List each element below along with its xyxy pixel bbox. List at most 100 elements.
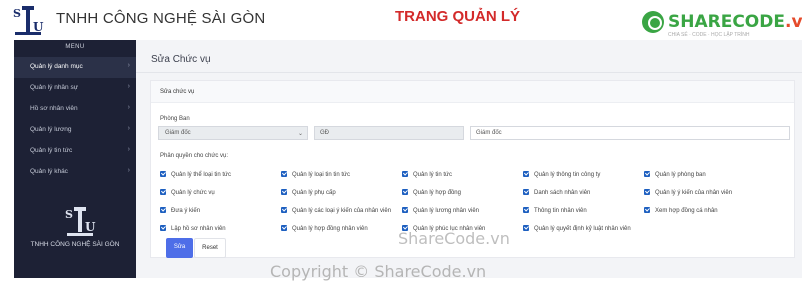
top-header: S U TNHH CÔNG NGHỆ SÀI GÒN TRANG QUẢN LÝ…	[0, 0, 802, 40]
checkbox-checked-icon[interactable]	[402, 189, 408, 195]
checkbox-checked-icon[interactable]	[523, 207, 529, 213]
checkbox-checked-icon[interactable]	[281, 171, 287, 177]
permissions-label: Phân quyền cho chức vụ:	[160, 153, 229, 159]
checkbox-checked-icon[interactable]	[160, 207, 166, 213]
sidebar-item-label: Quản lý lương	[30, 126, 72, 133]
department-label: Phòng Ban	[160, 116, 190, 122]
checkbox-checked-icon[interactable]	[523, 189, 529, 195]
permission-checkbox[interactable]: Quản lý thể loại tin tức	[160, 171, 231, 178]
permission-label: Quản lý thông tin công ty	[534, 172, 601, 178]
sidebar-item-label: Quản lý nhân sự	[30, 84, 79, 91]
checkbox-checked-icon[interactable]	[281, 225, 287, 231]
watermark-middle: ShareCode.vn	[398, 229, 510, 248]
permission-checkbox[interactable]: Quản lý hợp đồng	[402, 189, 461, 196]
permission-label: Quản lý hợp đồng nhân viên	[292, 226, 368, 232]
title-divider	[136, 72, 802, 73]
sharecode-domain: .vn	[784, 12, 802, 32]
svg-text:U: U	[33, 20, 44, 34]
permission-checkbox[interactable]: Quản lý quyết định kỷ luật nhân viên	[523, 225, 631, 232]
sidebar-item-employee-profile[interactable]: Hồ sơ nhân viên ›	[14, 99, 136, 120]
permission-label: Quản lý ý kiến của nhân viên	[655, 190, 733, 196]
checkbox-checked-icon[interactable]	[644, 207, 650, 213]
permission-label: Quản lý hợp đồng	[413, 190, 461, 196]
sidebar-item-label: Quản lý khác	[30, 168, 68, 175]
checkbox-checked-icon[interactable]	[281, 207, 287, 213]
permission-label: Lập hồ sơ nhân viên	[171, 226, 226, 232]
svg-text:S: S	[13, 7, 21, 20]
permission-label: Quản lý lương nhân viên	[413, 208, 479, 214]
checkbox-checked-icon[interactable]	[160, 189, 166, 195]
sharecode-text: SHARECODE	[668, 12, 785, 32]
permission-checkbox[interactable]: Quản lý các loại ý kiến của nhân viên	[281, 207, 391, 214]
permission-label: Đưa ý kiến	[171, 208, 201, 214]
sidebar-item-label: Quản lý danh mục	[30, 63, 83, 70]
company-name: TNHH CÔNG NGHỆ SÀI GÒN	[56, 10, 266, 27]
sharecode-logo: SHARECODE.vn	[642, 10, 802, 34]
checkbox-checked-icon[interactable]	[402, 207, 408, 213]
position-code-field[interactable]: GĐ	[314, 126, 464, 140]
sidebar-item-label: Hồ sơ nhân viên	[30, 105, 78, 112]
chevron-right-icon: ›	[127, 125, 130, 132]
permission-checkbox[interactable]: Thông tin nhân viên	[523, 207, 587, 214]
chevron-down-icon: ⌄	[297, 131, 303, 137]
permission-label: Quản lý phòng ban	[655, 172, 706, 178]
page-title: Sửa Chức vụ	[151, 54, 211, 65]
permission-checkbox[interactable]: Danh sách nhân viên	[523, 189, 590, 196]
permission-label: Quản lý loại tin tin tức	[292, 172, 351, 178]
permission-checkbox[interactable]: Đưa ý kiến	[160, 207, 200, 214]
checkbox-checked-icon[interactable]	[402, 171, 408, 177]
department-select[interactable]: Giám đốc ⌄	[158, 126, 308, 140]
svg-text:S: S	[65, 208, 73, 221]
card-header	[151, 81, 794, 103]
permission-label: Quản lý thể loại tin tức	[171, 172, 232, 178]
save-button[interactable]: Sửa	[166, 238, 193, 258]
checkbox-checked-icon[interactable]	[523, 171, 529, 177]
sidebar-item-label: Quản lý tin tức	[30, 147, 73, 154]
sidebar-item-category[interactable]: Quản lý danh mục ›	[14, 57, 136, 78]
sidebar: MENU Quản lý danh mục › Quản lý nhân sự …	[14, 40, 136, 278]
sidebar-item-personnel[interactable]: Quản lý nhân sự ›	[14, 78, 136, 99]
permission-checkbox[interactable]: Quản lý phụ cấp	[281, 189, 336, 196]
checkbox-checked-icon[interactable]	[523, 225, 529, 231]
page-heading: TRANG QUẢN LÝ	[395, 8, 520, 25]
sidebar-company-name: TNHH CÔNG NGHỆ SÀI GÒN	[30, 241, 120, 248]
reset-button[interactable]: Reset	[194, 238, 226, 258]
checkbox-checked-icon[interactable]	[160, 225, 166, 231]
sidebar-item-news[interactable]: Quản lý tin tức ›	[14, 141, 136, 162]
sidebar-item-salary[interactable]: Quản lý lương ›	[14, 120, 136, 141]
checkbox-checked-icon[interactable]	[281, 189, 287, 195]
permission-checkbox[interactable]: Quản lý loại tin tin tức	[281, 171, 350, 178]
position-name-field[interactable]: Giám đốc	[470, 126, 790, 140]
permission-checkbox[interactable]: Quản lý phòng ban	[644, 171, 706, 178]
sharecode-tagline: CHIA SẺ · CODE · HỌC LẬP TRÌNH	[668, 32, 750, 38]
stu-logo: S U	[12, 4, 44, 36]
checkbox-checked-icon[interactable]	[160, 171, 166, 177]
card-header-label: Sửa chức vụ	[160, 89, 195, 95]
chevron-right-icon: ›	[127, 83, 130, 90]
permission-checkbox[interactable]: Quản lý tin tức	[402, 171, 452, 178]
permission-label: Quản lý phụ cấp	[292, 190, 336, 196]
checkbox-checked-icon[interactable]	[644, 189, 650, 195]
permission-label: Thông tin nhân viên	[534, 208, 587, 214]
sidebar-item-other[interactable]: Quản lý khác ›	[14, 162, 136, 183]
permission-checkbox[interactable]: Quản lý hợp đồng nhân viên	[281, 225, 368, 232]
permission-checkbox[interactable]: Lập hồ sơ nhân viên	[160, 225, 226, 232]
department-select-value: Giám đốc	[165, 130, 191, 136]
permission-checkbox[interactable]: Quản lý chức vụ	[160, 189, 215, 196]
permission-label: Quản lý các loại ý kiến của nhân viên	[292, 208, 392, 214]
watermark-footer: Copyright © ShareCode.vn	[270, 262, 487, 281]
checkbox-checked-icon[interactable]	[644, 171, 650, 177]
permission-checkbox[interactable]: Quản lý thông tin công ty	[523, 171, 600, 178]
permission-label: Quản lý tin tức	[413, 172, 453, 178]
permission-label: Quản lý quyết định kỷ luật nhân viên	[534, 226, 631, 232]
permission-label: Quản lý chức vụ	[171, 190, 215, 196]
chevron-right-icon: ›	[127, 104, 130, 111]
chevron-right-icon: ›	[127, 146, 130, 153]
chevron-right-icon: ›	[127, 62, 130, 69]
permission-checkbox[interactable]: Xem hợp đồng cá nhân	[644, 207, 718, 214]
page: S U TNHH CÔNG NGHỆ SÀI GÒN TRANG QUẢN LÝ…	[0, 0, 802, 285]
permission-checkbox[interactable]: Quản lý lương nhân viên	[402, 207, 479, 214]
svg-text:U: U	[85, 220, 96, 234]
chevron-right-icon: ›	[127, 167, 130, 174]
permission-checkbox[interactable]: Quản lý ý kiến của nhân viên	[644, 189, 732, 196]
